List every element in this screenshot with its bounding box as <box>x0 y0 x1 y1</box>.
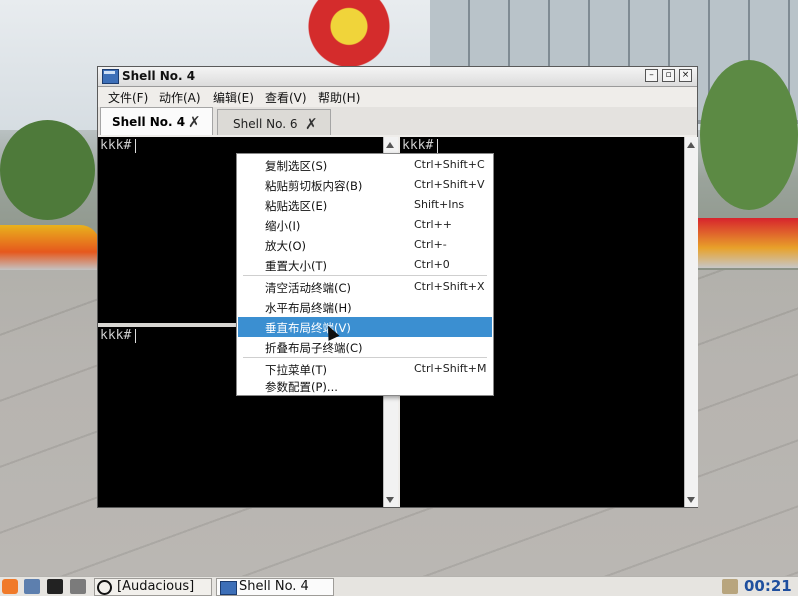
wallpaper-tree <box>700 60 798 210</box>
menu-item-shortcut: Ctrl+Shift+M <box>414 362 487 375</box>
tab-label: Shell No. 4 <box>112 115 186 129</box>
menu-item-label: 复制选区(S) <box>265 159 328 173</box>
text-cursor <box>437 138 439 153</box>
close-button[interactable]: × <box>679 69 692 82</box>
terminal-icon[interactable] <box>47 579 63 594</box>
tab-bar: Shell No. 4 ✗ Shell No. 6 ✗ <box>98 107 697 135</box>
menu-item-clear-terminal[interactable]: 清空活动终端(C) Ctrl+Shift+X <box>238 277 492 297</box>
network-tray-icon[interactable] <box>722 579 738 594</box>
menu-item-label: 水平布局终端(H) <box>265 301 352 315</box>
minimize-button[interactable]: – <box>645 69 658 82</box>
menu-item-label: 参数配置(P)... <box>265 380 338 394</box>
menu-separator <box>243 357 487 358</box>
menu-item-shortcut: Ctrl+Shift+X <box>414 280 485 293</box>
show-desktop-icon[interactable] <box>70 579 86 594</box>
menu-separator <box>243 275 487 276</box>
menu-item-split-vertical[interactable]: 垂直布局终端(V) <box>238 317 492 337</box>
scroll-down-icon[interactable] <box>386 497 394 503</box>
menu-item-label: 放大(O) <box>265 239 307 253</box>
tab-shell-4[interactable]: Shell No. 4 ✗ <box>100 107 213 135</box>
taskbar-item-audacious[interactable]: [Audacious] <box>94 578 212 596</box>
tab-label: Shell No. 6 <box>233 117 298 131</box>
menu-file[interactable]: 文件(F) <box>108 89 148 106</box>
shell-prompt: kkk# <box>402 138 439 153</box>
taskbar-item-label: [Audacious] <box>117 579 195 594</box>
menu-item-shortcut: Ctrl+0 <box>414 258 450 271</box>
menu-item-label: 清空活动终端(C) <box>265 281 352 295</box>
menu-item-zoom-out[interactable]: 缩小(I) Ctrl++ <box>238 215 492 235</box>
menu-item-copy[interactable]: 复制选区(S) Ctrl+Shift+C <box>238 155 492 175</box>
menu-item-label: 折叠布局子终端(C) <box>265 341 363 355</box>
clock[interactable]: 00:21 <box>744 577 792 595</box>
scroll-down-icon[interactable] <box>687 497 695 503</box>
menu-action[interactable]: 动作(A) <box>159 89 201 106</box>
menu-item-label: 重置大小(T) <box>265 259 327 273</box>
audacious-icon <box>97 580 112 595</box>
menu-item-zoom-in[interactable]: 放大(O) Ctrl+- <box>238 235 492 255</box>
menubar: 文件(F) 动作(A) 编辑(E) 查看(V) 帮助(H) <box>98 87 697 107</box>
menu-item-label: 粘贴剪切板内容(B) <box>265 179 363 193</box>
wallpaper-flowers <box>698 218 798 268</box>
shell-prompt: kkk# <box>100 138 137 153</box>
menu-item-shortcut: Shift+Ins <box>414 198 465 211</box>
menu-view[interactable]: 查看(V) <box>265 89 307 106</box>
file-manager-icon[interactable] <box>24 579 40 594</box>
menu-help[interactable]: 帮助(H) <box>318 89 360 106</box>
scroll-up-icon[interactable] <box>386 142 394 148</box>
window-title: Shell No. 4 <box>122 69 196 83</box>
start-menu-icon[interactable] <box>2 579 18 594</box>
context-menu: 复制选区(S) Ctrl+Shift+C 粘贴剪切板内容(B) Ctrl+Shi… <box>236 153 494 396</box>
menu-item-preferences[interactable]: 参数配置(P)... <box>238 376 492 396</box>
menu-edit[interactable]: 编辑(E) <box>213 89 254 106</box>
wallpaper-tree <box>0 120 95 220</box>
taskbar: [Audacious] Shell No. 4 00:21 <box>0 576 798 596</box>
scroll-up-icon[interactable] <box>687 142 695 148</box>
shell-prompt: kkk# <box>100 328 137 343</box>
tab-shell-6[interactable]: Shell No. 6 ✗ <box>217 109 331 135</box>
scrollbar[interactable] <box>684 137 698 507</box>
wallpaper-flowers <box>0 225 100 270</box>
taskbar-item-label: Shell No. 4 <box>239 579 309 594</box>
menu-item-shortcut: Ctrl+Shift+C <box>414 158 485 171</box>
terminal-app-icon <box>220 581 237 595</box>
menu-item-collapse-subterminal[interactable]: 折叠布局子终端(C) <box>238 337 492 357</box>
text-cursor <box>135 138 137 153</box>
window-titlebar[interactable]: Shell No. 4 – ▫ × <box>98 67 697 87</box>
menu-item-paste-clipboard[interactable]: 粘贴剪切板内容(B) Ctrl+Shift+V <box>238 175 492 195</box>
menu-item-label: 粘贴选区(E) <box>265 199 328 213</box>
tab-close-icon[interactable]: ✗ <box>305 115 318 133</box>
menu-item-shortcut: Ctrl+Shift+V <box>414 178 485 191</box>
menu-item-reset-size[interactable]: 重置大小(T) Ctrl+0 <box>238 255 492 275</box>
menu-item-shortcut: Ctrl++ <box>414 218 453 231</box>
text-cursor <box>135 328 137 343</box>
menu-item-paste-selection[interactable]: 粘贴选区(E) Shift+Ins <box>238 195 492 215</box>
terminal-app-icon <box>102 69 119 84</box>
menu-item-shortcut: Ctrl+- <box>414 238 447 251</box>
taskbar-item-shell[interactable]: Shell No. 4 <box>216 578 334 596</box>
wallpaper-sculpture <box>305 0 415 66</box>
menu-item-split-horizontal[interactable]: 水平布局终端(H) <box>238 297 492 317</box>
tab-close-icon[interactable]: ✗ <box>188 113 201 131</box>
menu-item-label: 缩小(I) <box>265 219 301 233</box>
maximize-button[interactable]: ▫ <box>662 69 675 82</box>
